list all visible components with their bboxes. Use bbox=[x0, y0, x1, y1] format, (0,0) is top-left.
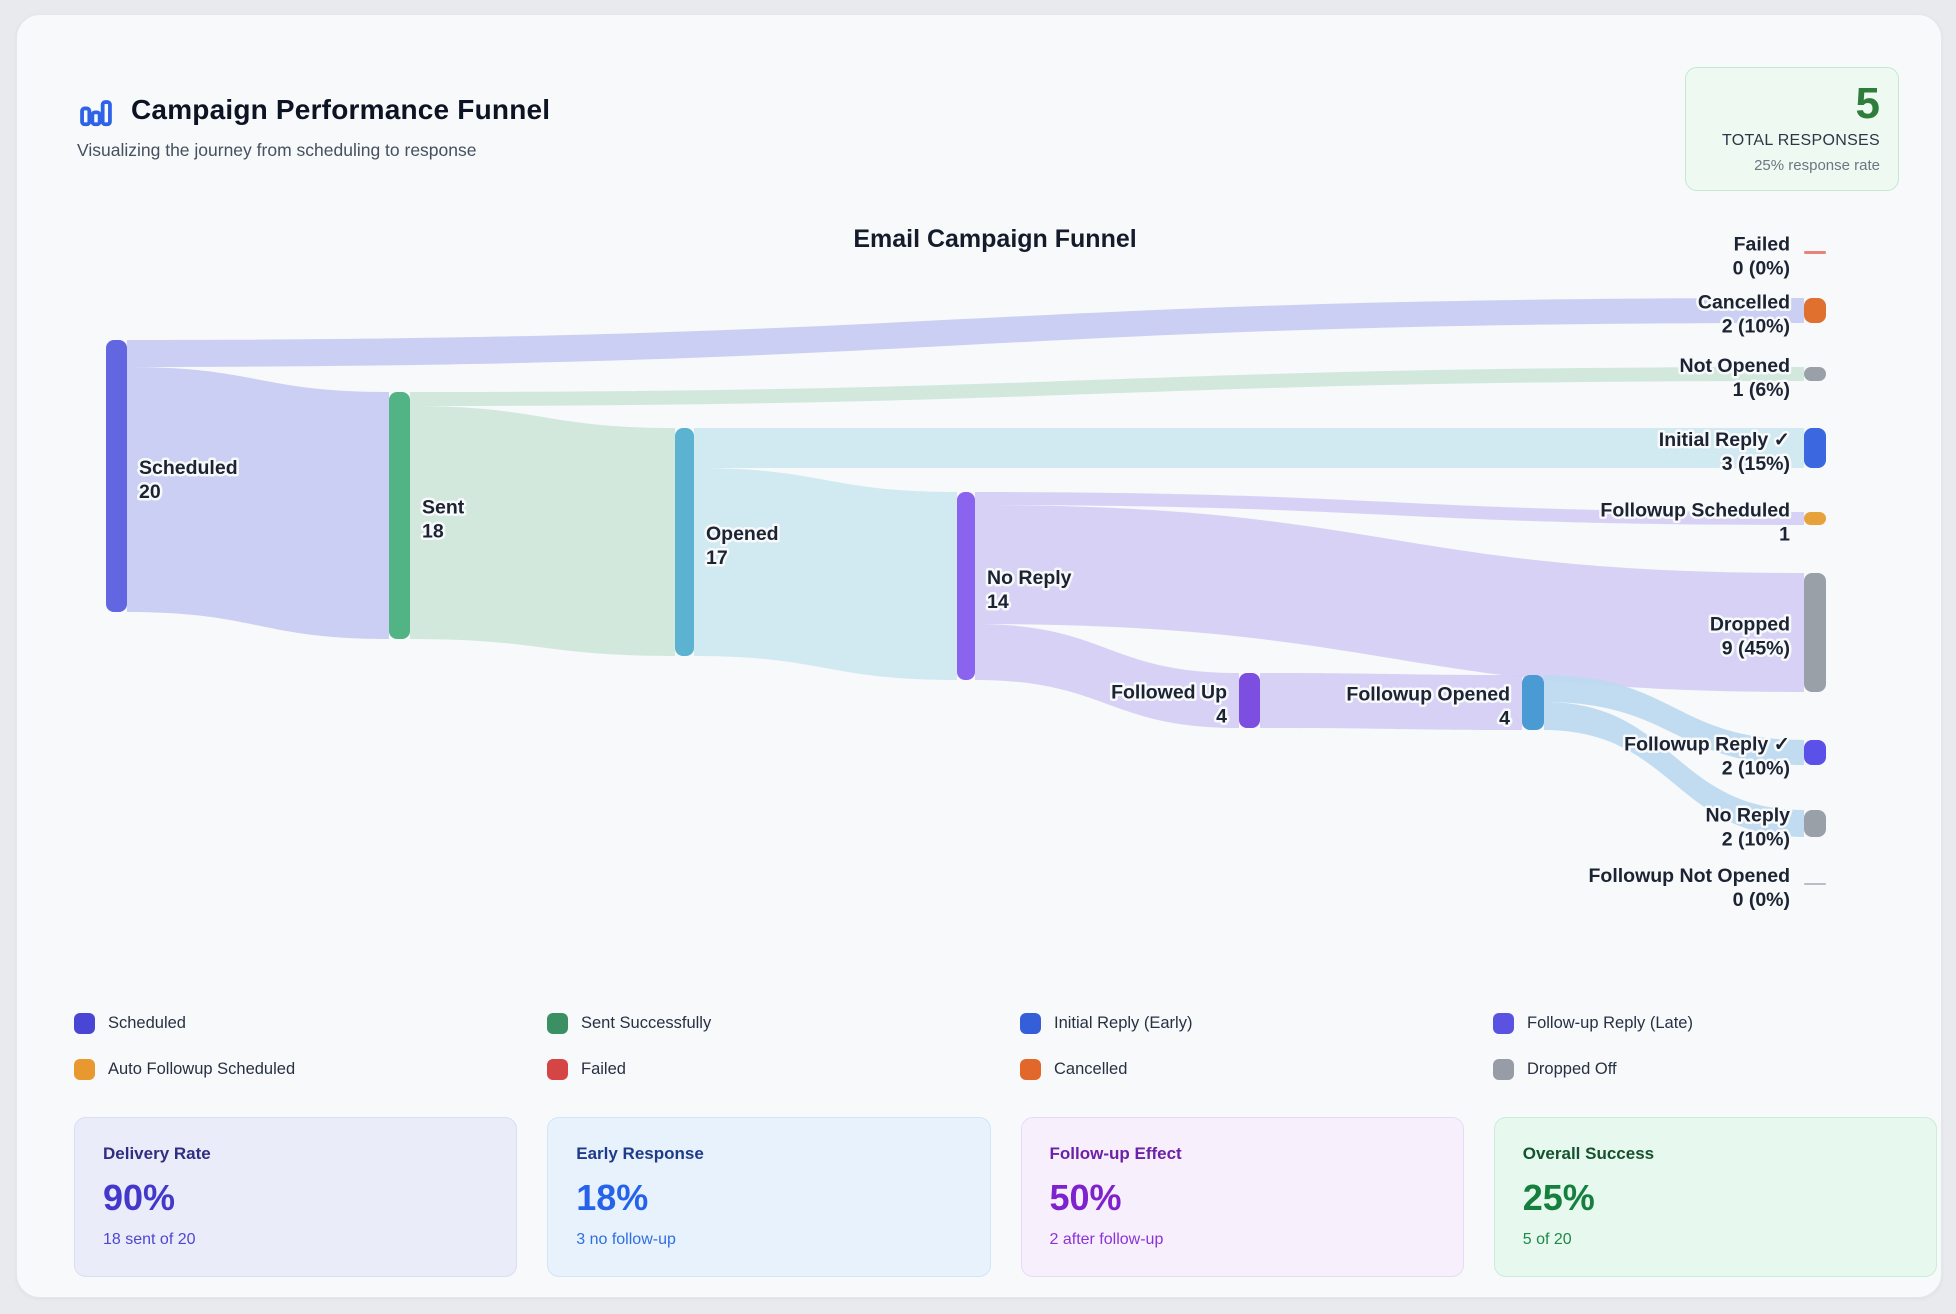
stat-card-title: Overall Success bbox=[1523, 1144, 1908, 1164]
sankey-link-scheduled-cancelled[interactable] bbox=[127, 298, 1804, 367]
legend-swatch-cancelled bbox=[1020, 1059, 1041, 1080]
legend-swatch-auto-followup-scheduled bbox=[74, 1059, 95, 1080]
legend-swatch-scheduled bbox=[74, 1013, 95, 1034]
sankey-label-failed: Failed0 (0%) bbox=[1733, 234, 1790, 280]
stat-card-value: 25% bbox=[1523, 1177, 1908, 1219]
legend-item-dropped-off: Dropped Off bbox=[1493, 1057, 1926, 1081]
legend-label: Cancelled bbox=[1054, 1060, 1127, 1079]
badge-label: TOTAL RESPONSES bbox=[1704, 132, 1880, 150]
legend-item-scheduled: Scheduled bbox=[74, 1011, 547, 1035]
legend-item-auto-followup-scheduled: Auto Followup Scheduled bbox=[74, 1057, 547, 1081]
sankey-node-followup_opened[interactable] bbox=[1522, 675, 1544, 730]
sankey-label-followup_not_opened: Followup Not Opened0 (0%) bbox=[1589, 865, 1790, 911]
legend-swatch-sent-successfully bbox=[547, 1013, 568, 1034]
sankey-link-opened-no_reply[interactable] bbox=[694, 468, 957, 680]
legend-label: Auto Followup Scheduled bbox=[108, 1060, 295, 1079]
stat-card-title: Follow-up Effect bbox=[1050, 1144, 1435, 1164]
header: Campaign Performance Funnel Visualizing … bbox=[77, 91, 550, 161]
legend-swatch-failed bbox=[547, 1059, 568, 1080]
page-title: Campaign Performance Funnel bbox=[131, 94, 550, 126]
stat-card-note: 18 sent of 20 bbox=[103, 1231, 488, 1249]
stat-card-note: 5 of 20 bbox=[1523, 1231, 1908, 1249]
badge-value: 5 bbox=[1704, 80, 1880, 128]
stat-card-delivery-rate: Delivery Rate 90% 18 sent of 20 bbox=[74, 1117, 517, 1277]
total-responses-badge: 5 TOTAL RESPONSES 25% response rate bbox=[1685, 67, 1899, 191]
stat-card-title: Early Response bbox=[576, 1144, 961, 1164]
sankey-node-opened[interactable] bbox=[675, 428, 694, 656]
legend-swatch-dropped-off bbox=[1493, 1059, 1514, 1080]
stat-card-value: 90% bbox=[103, 1177, 488, 1219]
sankey-node-scheduled[interactable] bbox=[106, 340, 127, 612]
stat-card-note: 2 after follow-up bbox=[1050, 1231, 1435, 1249]
legend-label: Follow-up Reply (Late) bbox=[1527, 1014, 1693, 1033]
legend-label: Sent Successfully bbox=[581, 1014, 711, 1033]
legend: Scheduled Sent Successfully Initial Reply … bbox=[74, 1011, 1926, 1081]
legend-item-follow-up-reply-late: Follow-up Reply (Late) bbox=[1493, 1011, 1926, 1035]
legend-label: Scheduled bbox=[108, 1014, 186, 1033]
sankey-node-dropped[interactable] bbox=[1804, 573, 1826, 692]
bar-chart-icon bbox=[77, 91, 115, 129]
stat-card-early-response: Early Response 18% 3 no follow-up bbox=[547, 1117, 990, 1277]
legend-label: Failed bbox=[581, 1060, 626, 1079]
sankey-node-followup_reply[interactable] bbox=[1804, 740, 1826, 765]
sankey-chart: Scheduled20Sent18Opened17No Reply14Follo… bbox=[17, 175, 1956, 955]
stat-card-overall-success: Overall Success 25% 5 of 20 bbox=[1494, 1117, 1937, 1277]
stat-card-title: Delivery Rate bbox=[103, 1144, 488, 1164]
legend-label: Dropped Off bbox=[1527, 1060, 1617, 1079]
sankey-link-no_reply-followed_up[interactable] bbox=[975, 624, 1239, 728]
badge-sublabel: 25% response rate bbox=[1704, 157, 1880, 174]
sankey-node-cancelled[interactable] bbox=[1804, 298, 1826, 323]
sankey-node-followup_scheduled[interactable] bbox=[1804, 512, 1826, 525]
sankey-link-sent-opened[interactable] bbox=[410, 406, 675, 656]
legend-item-sent-successfully: Sent Successfully bbox=[547, 1011, 1020, 1035]
stat-card-follow-up-effect: Follow-up Effect 50% 2 after follow-up bbox=[1021, 1117, 1464, 1277]
legend-swatch-follow-up-reply-late bbox=[1493, 1013, 1514, 1034]
page-subtitle: Visualizing the journey from scheduling … bbox=[77, 140, 550, 161]
legend-swatch-initial-reply-early bbox=[1020, 1013, 1041, 1034]
stat-cards: Delivery Rate 90% 18 sent of 20 Early Respo… bbox=[74, 1117, 1937, 1277]
sankey-node-not_opened[interactable] bbox=[1804, 367, 1826, 381]
sankey-link-scheduled-sent[interactable] bbox=[127, 367, 389, 639]
sankey-node-followup_not_opened[interactable] bbox=[1804, 883, 1826, 885]
stat-card-value: 18% bbox=[576, 1177, 961, 1219]
stat-card-note: 3 no follow-up bbox=[576, 1231, 961, 1249]
sankey-link-sent-not_opened[interactable] bbox=[410, 367, 1804, 406]
legend-label: Initial Reply (Early) bbox=[1054, 1014, 1192, 1033]
legend-item-initial-reply-early: Initial Reply (Early) bbox=[1020, 1011, 1493, 1035]
legend-item-failed: Failed bbox=[547, 1057, 1020, 1081]
sankey-node-no_reply_final[interactable] bbox=[1804, 810, 1826, 837]
legend-item-cancelled: Cancelled bbox=[1020, 1057, 1493, 1081]
sankey-node-followed_up[interactable] bbox=[1239, 673, 1260, 728]
sankey-node-no_reply[interactable] bbox=[957, 492, 975, 680]
sankey-link-opened-initial_reply[interactable] bbox=[694, 428, 1804, 468]
sankey-node-sent[interactable] bbox=[389, 392, 410, 639]
stat-card-value: 50% bbox=[1050, 1177, 1435, 1219]
sankey-node-failed[interactable] bbox=[1804, 251, 1826, 254]
sankey-node-initial_reply[interactable] bbox=[1804, 428, 1826, 468]
main-card: Campaign Performance Funnel Visualizing … bbox=[16, 14, 1942, 1298]
